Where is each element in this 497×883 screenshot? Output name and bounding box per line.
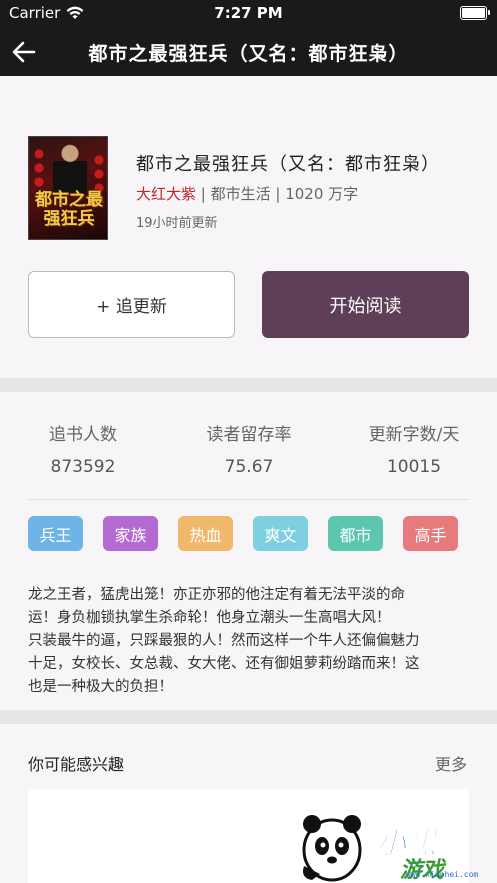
battery-icon bbox=[460, 6, 490, 20]
tag-chip[interactable]: 兵王 bbox=[28, 516, 83, 551]
panda-icon bbox=[302, 815, 362, 882]
stat-label: 追书人数 bbox=[49, 425, 117, 445]
book-category: 都市生活 bbox=[210, 185, 271, 203]
status-time: 7:27 PM bbox=[214, 4, 283, 22]
description-line: 龙之王者，猛虎出笼！亦正亦邪的他注定有着无法平淡的命 bbox=[28, 587, 405, 603]
start-reading-button[interactable]: 开始阅读 bbox=[262, 271, 469, 338]
stat-value: 75.67 bbox=[224, 457, 274, 477]
section-divider bbox=[0, 378, 497, 392]
watermark-url: www.xiaohei.com bbox=[406, 870, 479, 879]
meta-separator: | bbox=[270, 185, 286, 203]
stat-value: 873592 bbox=[50, 457, 116, 477]
book-meta: 大红大紫 | 都市生活 | 1020 万字 bbox=[136, 183, 358, 204]
book-author[interactable]: 大红大紫 bbox=[136, 185, 196, 203]
book-header: 都市之最强狂兵 都市之最强狂兵（又名：都市狂枭） 大红大紫 | 都市生活 | 1… bbox=[0, 76, 497, 378]
tag-list: 兵王 家族 热血 爽文 都市 高手 bbox=[28, 516, 469, 552]
description-line: 十足，女校长、女总裁、女大佬、还有御姐萝莉纷踏而来！这 bbox=[28, 656, 420, 672]
follow-updates-button[interactable]: + 追更新 bbox=[28, 271, 235, 338]
stat-retention: 读者留存率 75.67 bbox=[166, 420, 332, 477]
tag-chip[interactable]: 爽文 bbox=[253, 516, 308, 551]
book-description[interactable]: 龙之王者，猛虎出笼！亦正亦邪的他注定有着无法平淡的命 运！身负枷锁执掌生杀命轮！… bbox=[28, 584, 472, 699]
section-divider bbox=[0, 710, 497, 724]
meta-separator: | bbox=[196, 185, 211, 203]
recommend-title: 你可能感兴趣 bbox=[28, 755, 125, 774]
stat-label: 更新字数/天 bbox=[368, 425, 460, 445]
book-updated-time: 19小时前更新 bbox=[136, 216, 218, 231]
tag-chip[interactable]: 热血 bbox=[178, 516, 233, 551]
watermark-logo: 小黑 游戏 www.xiaohei.com bbox=[296, 796, 497, 883]
tag-chip[interactable]: 都市 bbox=[328, 516, 383, 551]
divider-line bbox=[28, 499, 469, 500]
cover-figure bbox=[53, 143, 87, 195]
stat-followers: 追书人数 873592 bbox=[0, 420, 166, 477]
tag-chip[interactable]: 家族 bbox=[103, 516, 158, 551]
book-stats-section: 追书人数 873592 读者留存率 75.67 更新字数/天 10015 兵王 … bbox=[0, 392, 497, 710]
description-line: 也是一种极大的负担！ bbox=[28, 679, 173, 695]
description-line: 只装最牛的逼，只踩最狠的人！然而这样一个牛人还偏偏魅力 bbox=[28, 633, 420, 649]
book-word-count: 1020 万字 bbox=[285, 185, 359, 203]
cover-title: 都市之最强狂兵 bbox=[35, 190, 103, 229]
book-title: 都市之最强狂兵（又名：都市狂枭） bbox=[136, 154, 440, 175]
stat-label: 读者留存率 bbox=[206, 425, 292, 445]
nav-bar: 都市之最强狂兵（又名：都市狂枭） bbox=[0, 28, 497, 76]
book-cover[interactable]: 都市之最强狂兵 bbox=[28, 136, 108, 240]
status-bar: Carrier 7:27 PM bbox=[0, 0, 497, 28]
stat-value: 10015 bbox=[386, 457, 442, 477]
stat-daily-words: 更新字数/天 10015 bbox=[331, 420, 497, 477]
nav-title: 都市之最强狂兵（又名：都市狂枭） bbox=[88, 43, 409, 65]
more-link[interactable]: 更多 bbox=[435, 751, 467, 775]
description-line: 运！身负枷锁执掌生杀命轮！他身立潮头一生高唱大风！ bbox=[28, 610, 391, 626]
tag-chip[interactable]: 高手 bbox=[403, 516, 458, 551]
